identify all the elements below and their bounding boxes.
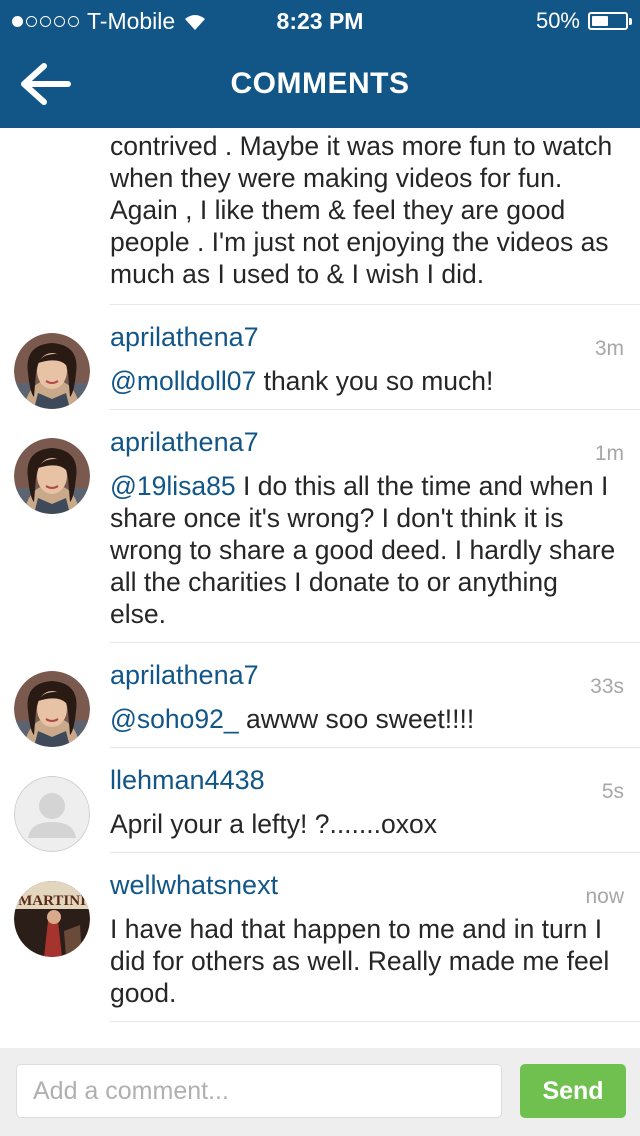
comment-composer: Send xyxy=(0,1048,640,1136)
comment-username[interactable]: llehman4438 xyxy=(110,762,640,798)
battery-icon xyxy=(588,12,632,30)
status-bar: T-Mobile 8:23 PM 50% xyxy=(0,0,640,40)
user-avatar[interactable] xyxy=(14,438,90,514)
comments-list[interactable]: contrived . Maybe it was more fun to wat… xyxy=(0,128,640,1048)
page-title: COMMENTS xyxy=(230,67,410,100)
battery-percent: 50% xyxy=(535,8,580,33)
comment-text: @soho92_ awww soo sweet!!!! xyxy=(110,704,475,734)
default-avatar-icon[interactable] xyxy=(14,776,90,852)
comment-item: aprilathena7 33s @soho92_ awww soo sweet… xyxy=(14,657,640,748)
comment-timestamp: 3m xyxy=(594,337,624,360)
comment-username[interactable]: wellwhatsnext xyxy=(110,867,640,903)
comment-item: llehman4438 5s April your a lefty! ?....… xyxy=(14,762,640,853)
comment-item: wellwhatsnext now I have had that happen… xyxy=(14,867,640,1022)
mention-link[interactable]: @molldoll07 xyxy=(110,366,256,396)
comment-text: April your a lefty! ?.......oxox xyxy=(110,809,437,839)
comment-text: @molldoll07 thank you so much! xyxy=(110,366,494,396)
comment-username[interactable]: aprilathena7 xyxy=(110,657,640,693)
comment-text: @19lisa85 I do this all the time and whe… xyxy=(110,471,616,629)
comment-timestamp: now xyxy=(585,885,624,908)
navigation-bar: COMMENTS xyxy=(0,40,640,128)
comment-username[interactable]: aprilathena7 xyxy=(110,319,640,355)
mention-link[interactable]: @19lisa85 xyxy=(110,471,236,501)
comment-input[interactable] xyxy=(16,1064,502,1118)
user-avatar[interactable] xyxy=(14,881,90,957)
comment-timestamp: 33s xyxy=(590,675,624,698)
battery-indicator: 50% xyxy=(535,8,632,34)
comment-text: I have had that happen to me and in turn… xyxy=(110,914,610,1008)
comment-item: aprilathena7 3m @molldoll07 thank you so… xyxy=(14,319,640,410)
comment-timestamp: 5s xyxy=(601,780,624,803)
send-button[interactable]: Send xyxy=(520,1064,626,1118)
comment-item: contrived . Maybe it was more fun to wat… xyxy=(110,128,640,305)
user-avatar[interactable] xyxy=(14,333,90,409)
comment-timestamp: 1m xyxy=(594,442,624,465)
comment-item: aprilathena7 1m @19lisa85 I do this all … xyxy=(14,424,640,643)
comment-username[interactable]: aprilathena7 xyxy=(110,424,640,460)
comment-text: contrived . Maybe it was more fun to wat… xyxy=(110,131,613,289)
mention-link[interactable]: @soho92_ xyxy=(110,704,239,734)
user-avatar[interactable] xyxy=(14,671,90,747)
